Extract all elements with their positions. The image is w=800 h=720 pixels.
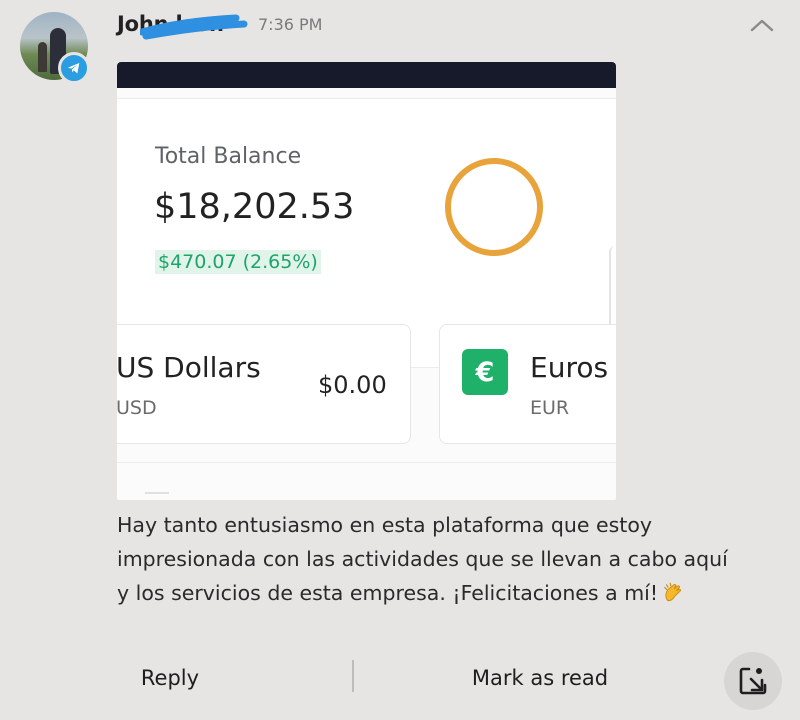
currency-card-usd: US Dollars USD $0.00 — [117, 324, 411, 444]
currency-code: USD — [117, 397, 157, 419]
notification-actions: Reply Mark as read — [0, 640, 800, 720]
message-line-text: y los servicios de esta empresa. ¡Felici… — [117, 581, 659, 605]
message-line: Hay tanto entusiasmo en esta plataforma … — [117, 513, 653, 537]
total-balance-value: $18,202.53 — [154, 187, 355, 227]
action-divider — [352, 660, 354, 692]
timestamp: 7:36 PM — [258, 15, 323, 34]
redaction-scribble — [140, 14, 248, 40]
clapping-hands-icon — [664, 582, 682, 602]
total-balance-label: Total Balance — [155, 144, 302, 169]
telegram-icon — [58, 52, 90, 84]
avatar-figure-secondary — [38, 42, 47, 72]
divider — [117, 462, 616, 463]
message-line: impresionada con las actividades que se … — [117, 547, 728, 571]
balance-change: $470.07 (2.65%) — [155, 250, 321, 274]
reply-button[interactable]: Reply — [100, 660, 240, 696]
currency-amount: $0.00 — [318, 371, 387, 399]
currency-name: Euros — [530, 351, 609, 384]
chevron-up-icon[interactable] — [747, 12, 777, 38]
portfolio-ring-chart — [445, 158, 543, 256]
message-body: Hay tanto entusiasmo en esta plataforma … — [117, 508, 757, 610]
open-in-app-icon[interactable] — [724, 652, 782, 710]
currency-code: EUR — [530, 397, 570, 419]
screenshot-status-bar — [117, 62, 616, 88]
currency-name: US Dollars — [117, 351, 261, 384]
euro-icon: € — [462, 349, 508, 395]
message-line-last: y los servicios de esta empresa. ¡Felici… — [117, 576, 757, 610]
currency-card-eur: € Euros EUR — [439, 324, 616, 444]
attached-screenshot[interactable]: Total Balance $18,202.53 $470.07 (2.65%)… — [117, 62, 616, 500]
mark-as-read-button[interactable]: Mark as read — [440, 660, 640, 696]
divider — [145, 492, 169, 494]
